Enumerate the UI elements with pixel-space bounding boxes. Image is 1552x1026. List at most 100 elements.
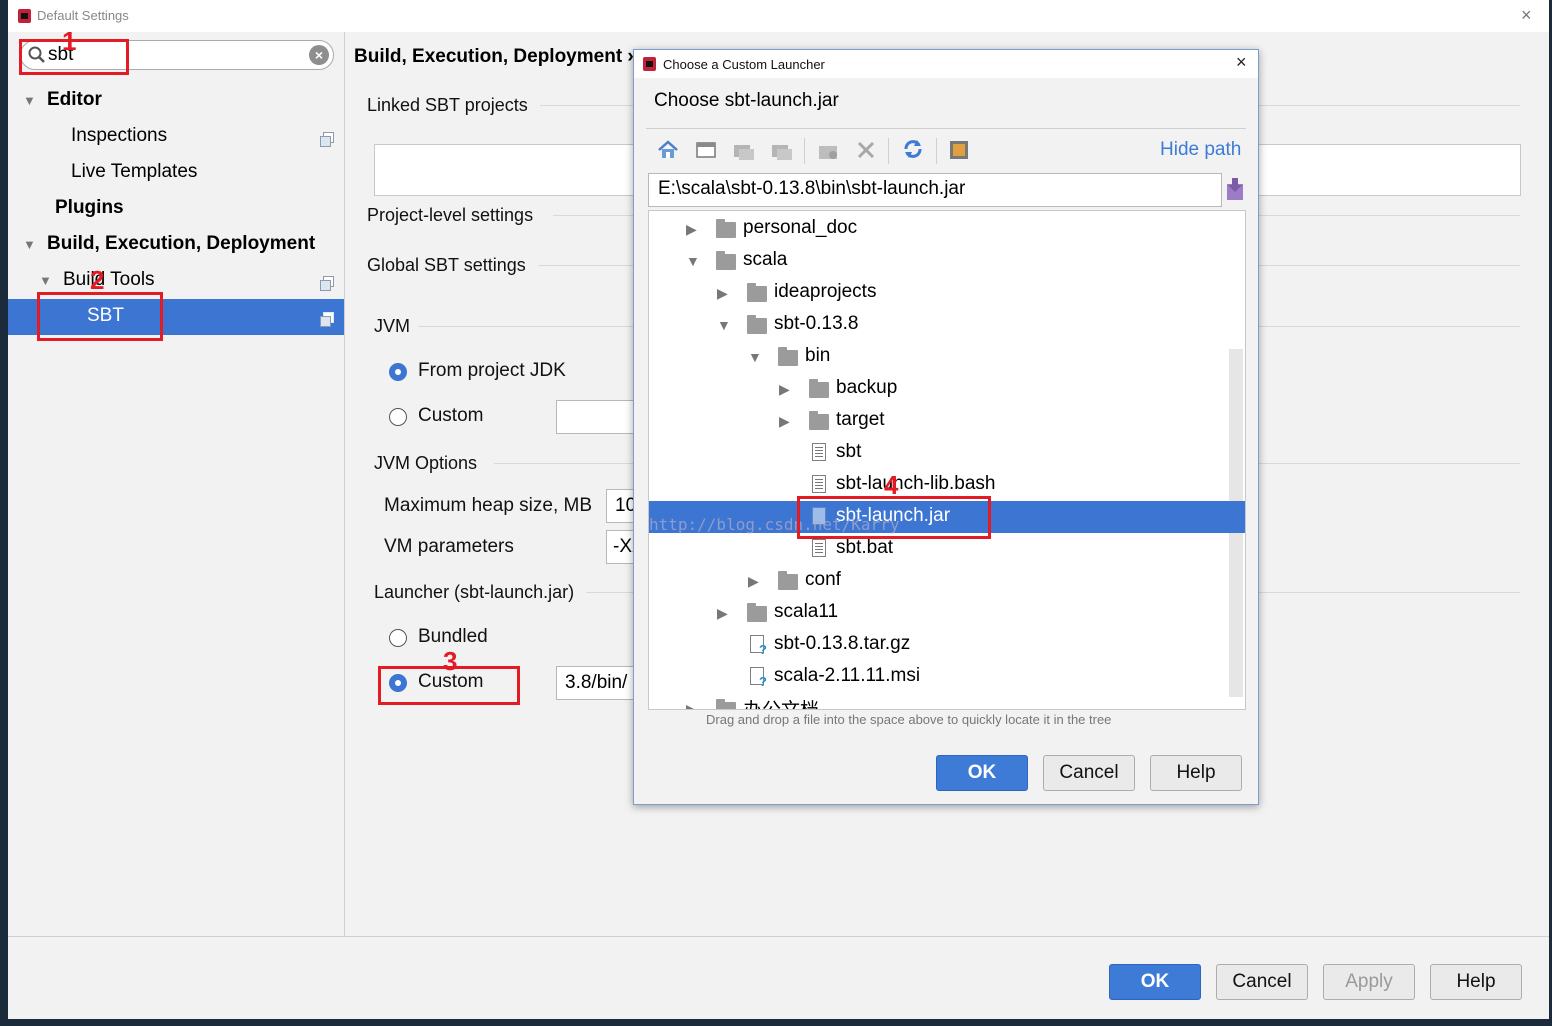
toolbar-separator [804, 138, 805, 164]
help-button[interactable]: Help [1430, 964, 1522, 1000]
dialog-cancel-button[interactable]: Cancel [1043, 755, 1135, 791]
unknown-file-icon [750, 635, 767, 657]
tree-item-target[interactable]: target [836, 409, 885, 431]
hide-path-link[interactable]: Hide path [1160, 139, 1241, 161]
collapsed-triangle-icon[interactable]: ▶ [717, 605, 728, 622]
expanded-triangle-icon[interactable]: ▼ [748, 349, 762, 365]
project-settings-icon [320, 132, 334, 147]
separator [8, 936, 1549, 937]
delete-icon[interactable] [854, 138, 878, 162]
path-history-icon[interactable] [1225, 176, 1245, 202]
expanded-triangle-icon[interactable]: ▼ [39, 273, 52, 288]
collapsed-triangle-icon[interactable]: ▶ [779, 413, 790, 430]
close-dialog-button[interactable]: × [1236, 53, 1247, 71]
project-settings-icon [320, 276, 334, 291]
folder-icon [778, 571, 798, 590]
file-tree[interactable]: ▶ personal_doc ▼ scala ▶ ideaprojects ▼ … [648, 210, 1246, 710]
toolbar-separator [888, 138, 889, 164]
launcher-label: Launcher (sbt-launch.jar) [374, 582, 575, 602]
choose-launcher-dialog: Choose a Custom Launcher × Choose sbt-la… [633, 49, 1259, 805]
folder-icon [778, 347, 798, 366]
tree-item-sbt-tar-gz[interactable]: sbt-0.13.8.tar.gz [774, 633, 910, 655]
folder-icon [716, 251, 736, 270]
sidebar-item-build-execution-deployment[interactable]: Build, Execution, Deployment [47, 233, 315, 255]
annotation-box-4 [797, 496, 991, 539]
tree-item-sbt[interactable]: sbt [836, 441, 861, 463]
folder-icon [809, 379, 829, 398]
file-icon [812, 443, 826, 461]
apply-button[interactable]: Apply [1323, 964, 1415, 1000]
tree-item-sbt-0-13-8[interactable]: sbt-0.13.8 [774, 313, 859, 335]
dialog-title-bar: Choose a Custom Launcher × [634, 50, 1258, 78]
new-folder-icon[interactable] [816, 138, 840, 162]
project-settings-icon [320, 312, 334, 327]
folder-icon [809, 411, 829, 430]
sidebar-item-build-tools[interactable]: Build Tools [63, 269, 155, 291]
collapsed-triangle-icon[interactable]: ▶ [686, 221, 697, 238]
module-folder-icon[interactable] [770, 138, 794, 162]
from-project-jdk-radio[interactable] [389, 363, 407, 381]
show-hidden-files-icon[interactable] [947, 138, 971, 162]
sidebar-item-editor[interactable]: Editor [47, 89, 102, 111]
drag-drop-hint: Drag and drop a file into the space abov… [706, 712, 1112, 727]
annotation-number-2: 2 [90, 265, 105, 295]
file-icon [812, 475, 826, 493]
refresh-icon[interactable] [900, 136, 926, 162]
folder-icon [747, 315, 767, 334]
close-window-button[interactable]: × [1521, 6, 1532, 24]
annotation-number-4: 4 [884, 470, 899, 500]
dialog-title: Choose a Custom Launcher [663, 57, 825, 72]
from-project-jdk-label[interactable]: From project JDK [418, 360, 566, 382]
dialog-help-button[interactable]: Help [1150, 755, 1242, 791]
tree-item-bin[interactable]: bin [805, 345, 830, 367]
expanded-triangle-icon[interactable]: ▼ [23, 93, 36, 108]
title-bar: Default Settings × [8, 0, 1549, 32]
folder-icon [747, 603, 767, 622]
custom-jvm-label[interactable]: Custom [418, 405, 483, 427]
clear-search-icon[interactable]: × [309, 45, 329, 65]
tree-item-scala[interactable]: scala [743, 249, 787, 271]
collapsed-triangle-icon[interactable]: ▶ [717, 285, 728, 302]
sidebar-item-plugins[interactable]: Plugins [55, 197, 124, 219]
vm-parameters-label: VM parameters [384, 536, 514, 557]
folder-icon [716, 219, 736, 238]
bundled-radio[interactable] [389, 629, 407, 647]
annotation-number-3: 3 [443, 646, 458, 676]
desktop-icon[interactable] [694, 138, 718, 162]
sidebar-item-live-templates[interactable]: Live Templates [71, 161, 197, 183]
jvm-options-label: JVM Options [374, 453, 478, 473]
toolbar-separator [936, 138, 937, 164]
tree-item-ideaprojects[interactable]: ideaprojects [774, 281, 876, 303]
expanded-triangle-icon[interactable]: ▼ [686, 253, 700, 269]
tree-item-office-docs[interactable]: 办公文档 [743, 695, 819, 709]
tree-item-conf[interactable]: conf [805, 569, 841, 591]
expanded-triangle-icon[interactable]: ▼ [717, 317, 731, 333]
collapsed-triangle-icon[interactable]: ▶ [748, 573, 759, 590]
tree-item-backup[interactable]: backup [836, 377, 897, 399]
sidebar-item-inspections[interactable]: Inspections [71, 125, 167, 147]
settings-sidebar: × ▼ Editor Inspections Live Templates Pl… [8, 32, 345, 936]
annotation-box-2 [37, 292, 163, 341]
max-heap-label: Maximum heap size, MB [384, 495, 593, 516]
project-folder-icon[interactable] [732, 138, 756, 162]
tree-item-sbt-bat[interactable]: sbt.bat [836, 537, 893, 559]
expanded-triangle-icon[interactable]: ▼ [23, 237, 36, 252]
annotation-number-1: 1 [62, 26, 77, 56]
collapsed-triangle-icon[interactable]: ▶ [779, 381, 790, 398]
home-icon[interactable] [656, 138, 680, 162]
tree-item-sbt-launch-lib-bash[interactable]: sbt-launch-lib.bash [836, 473, 995, 495]
tree-item-scala-msi[interactable]: scala-2.11.11.msi [774, 665, 920, 687]
tree-item-personal-doc[interactable]: personal_doc [743, 217, 857, 239]
collapsed-triangle-icon[interactable]: ▶ [686, 701, 697, 709]
bundled-label[interactable]: Bundled [418, 626, 488, 648]
unknown-file-icon [750, 667, 767, 689]
tree-item-scala11[interactable]: scala11 [774, 601, 838, 623]
cancel-button[interactable]: Cancel [1216, 964, 1308, 1000]
ok-button[interactable]: OK [1109, 964, 1201, 1000]
linked-projects-label: Linked SBT projects [367, 95, 528, 115]
custom-jvm-radio[interactable] [389, 408, 407, 426]
separator [646, 128, 1246, 129]
path-input[interactable]: E:\scala\sbt-0.13.8\bin\sbt-launch.jar [648, 173, 1222, 207]
project-level-label: Project-level settings [367, 205, 534, 225]
dialog-ok-button[interactable]: OK [936, 755, 1028, 791]
